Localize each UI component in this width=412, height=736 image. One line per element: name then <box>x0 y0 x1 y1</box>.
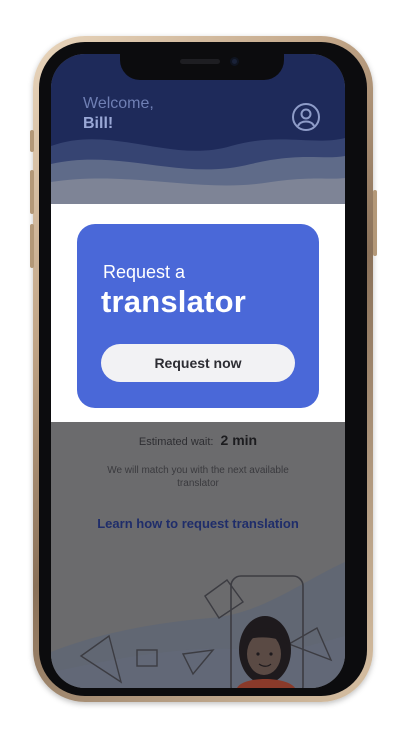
estimated-wait: Estimated wait: 2 min <box>51 432 345 448</box>
phone-volume-up <box>30 170 34 214</box>
card-pre-title: Request a <box>103 262 186 282</box>
phone-illustration <box>51 562 345 688</box>
phone-mute-switch <box>30 130 34 152</box>
learn-translation-link[interactable]: Learn how to request translation <box>51 516 345 531</box>
dimmed-content: Estimated wait: 2 min We will match you … <box>51 422 345 688</box>
profile-icon[interactable] <box>291 102 321 132</box>
request-translator-card: Request a translator Request now <box>77 224 319 408</box>
card-title: translator <box>101 284 246 319</box>
phone-volume-down <box>30 224 34 268</box>
match-description: We will match you with the next availabl… <box>107 465 289 489</box>
wait-label: Estimated wait: <box>138 436 214 448</box>
user-name: Bill! <box>83 115 114 132</box>
request-now-button[interactable]: Request now <box>101 344 295 382</box>
wait-value: 2 min <box>220 432 258 448</box>
welcome-greeting: Welcome, Bill! <box>83 94 154 134</box>
request-modal-band: Request a translator Request now <box>51 204 345 422</box>
speaker-grille <box>180 59 220 64</box>
front-camera <box>230 57 239 66</box>
welcome-text: Welcome, <box>83 95 154 112</box>
app-screen: Welcome, Bill! Request a translator Requ… <box>51 54 345 688</box>
phone-power-button <box>373 190 377 256</box>
phone-notch <box>120 50 284 80</box>
